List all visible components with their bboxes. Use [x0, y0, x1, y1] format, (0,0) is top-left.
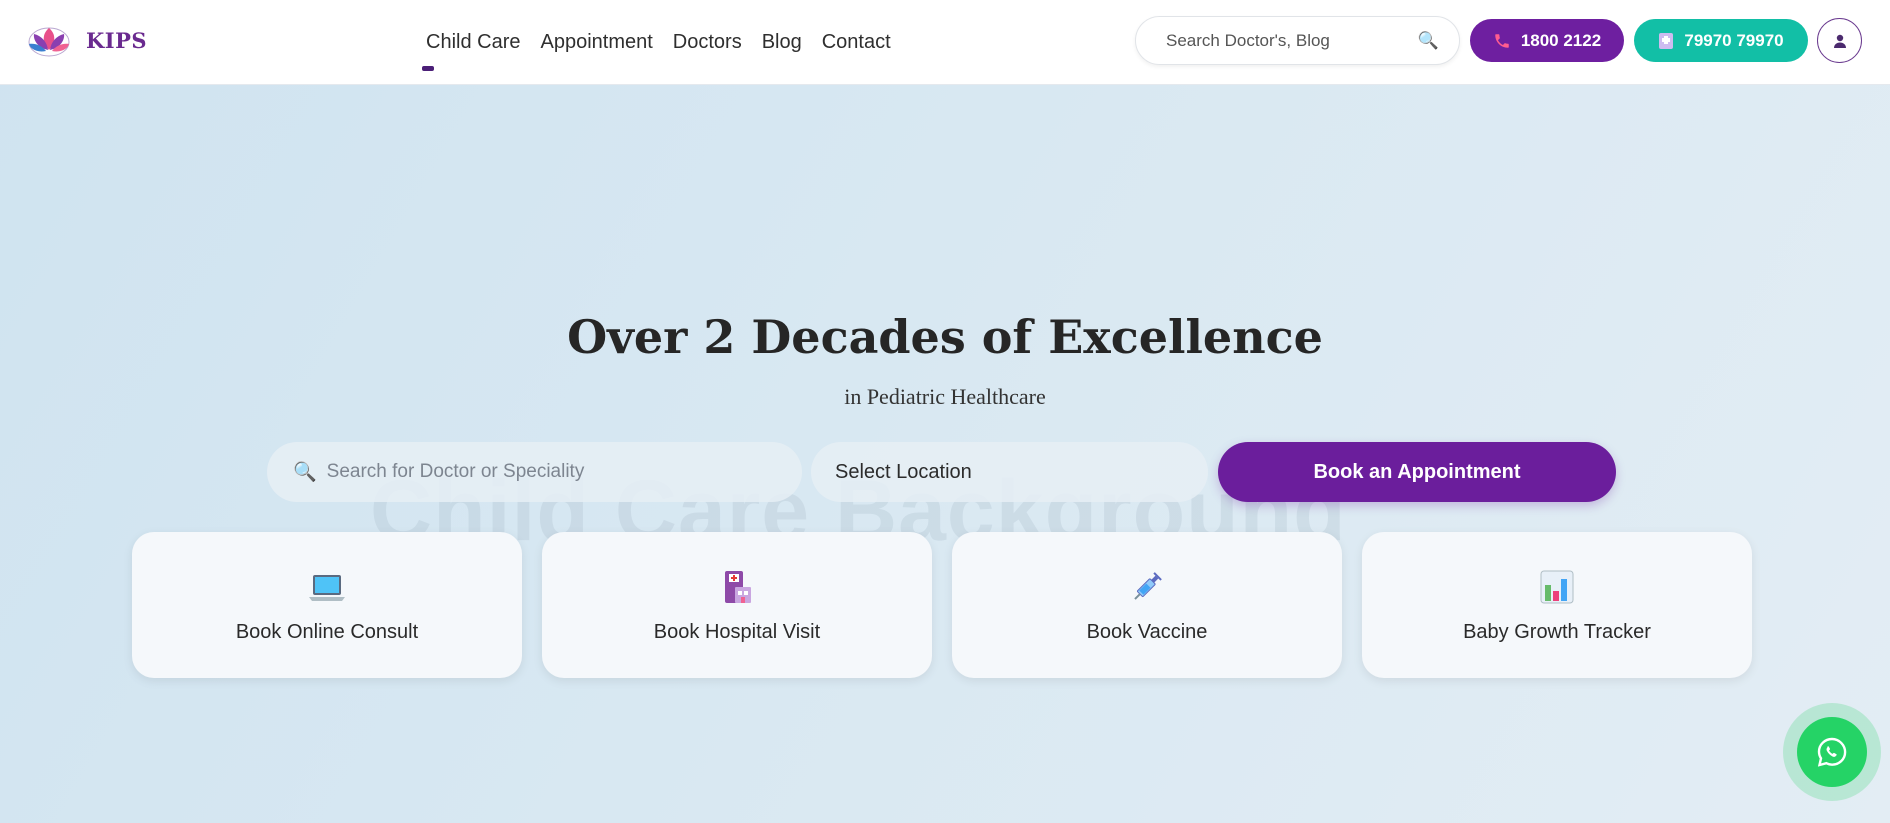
laptop-icon	[309, 574, 345, 601]
card-book-online-consult[interactable]: Book Online Consult	[132, 532, 522, 678]
card-label: Book Vaccine	[1086, 620, 1208, 643]
call-button[interactable]: 1800 2122	[1470, 19, 1624, 62]
hospital-phone-icon	[1659, 32, 1674, 49]
card-label: Book Online Consult	[235, 620, 419, 643]
nav-doctors[interactable]: Doctors	[673, 0, 742, 85]
main-nav: Child Care Appointment Doctors Blog Cont…	[421, 0, 891, 85]
doctor-search-input[interactable]	[326, 461, 776, 483]
header-search-input[interactable]	[1166, 30, 1418, 51]
hero-subtitle: in Pediatric Healthcare	[844, 384, 1046, 409]
hospital-icon	[725, 570, 751, 603]
whatsapp-chat-button[interactable]	[1783, 703, 1881, 801]
brand-name: KIPS	[86, 27, 148, 53]
doctor-search: 🔍	[267, 442, 802, 502]
search-icon[interactable]: 🔍	[1418, 31, 1439, 51]
syringe-icon	[1134, 571, 1162, 600]
nav-appointment[interactable]: Appointment	[540, 0, 652, 85]
location-select[interactable]: Select Location	[811, 442, 1208, 502]
user-account-button[interactable]	[1817, 18, 1862, 63]
mobile-button[interactable]: 79970 79970	[1634, 19, 1808, 62]
nav-child-care[interactable]: Child Care	[421, 0, 520, 85]
card-label: Book Hospital Visit	[653, 620, 821, 643]
whatsapp-icon	[1817, 737, 1847, 767]
card-book-vaccine[interactable]: Book Vaccine	[952, 532, 1342, 678]
bar-chart-icon	[1540, 570, 1574, 603]
nav-blog[interactable]: Blog	[762, 0, 802, 85]
phone-icon	[1495, 33, 1509, 48]
nav-contact[interactable]: Contact	[822, 0, 891, 85]
user-icon	[1833, 34, 1846, 48]
book-appointment-button[interactable]: Book an Appointment	[1218, 442, 1616, 502]
card-baby-growth-tracker[interactable]: Baby Growth Tracker	[1362, 532, 1752, 678]
card-label: Baby Growth Tracker	[1463, 620, 1651, 643]
location-select-label: Select Location	[835, 460, 972, 483]
search-icon: 🔍	[293, 462, 317, 483]
card-book-hospital-visit[interactable]: Book Hospital Visit	[542, 532, 932, 678]
quick-actions: Book Online Consult Book Hospital Visit …	[132, 532, 1752, 678]
brand-logo-link[interactable]: KIPS	[26, 20, 147, 60]
header-search: 🔍	[1135, 16, 1460, 65]
mobile-button-label: 79970 79970	[1684, 30, 1784, 50]
lotus-logo-icon	[28, 27, 70, 57]
call-button-label: 1800 2122	[1520, 30, 1602, 50]
whatsapp-button-circle	[1797, 717, 1867, 787]
hero-title: Over 2 Decades of Excellence	[567, 310, 1323, 364]
top-navbar: KIPS Child Care Appointment Doctors Blog…	[0, 0, 1890, 85]
